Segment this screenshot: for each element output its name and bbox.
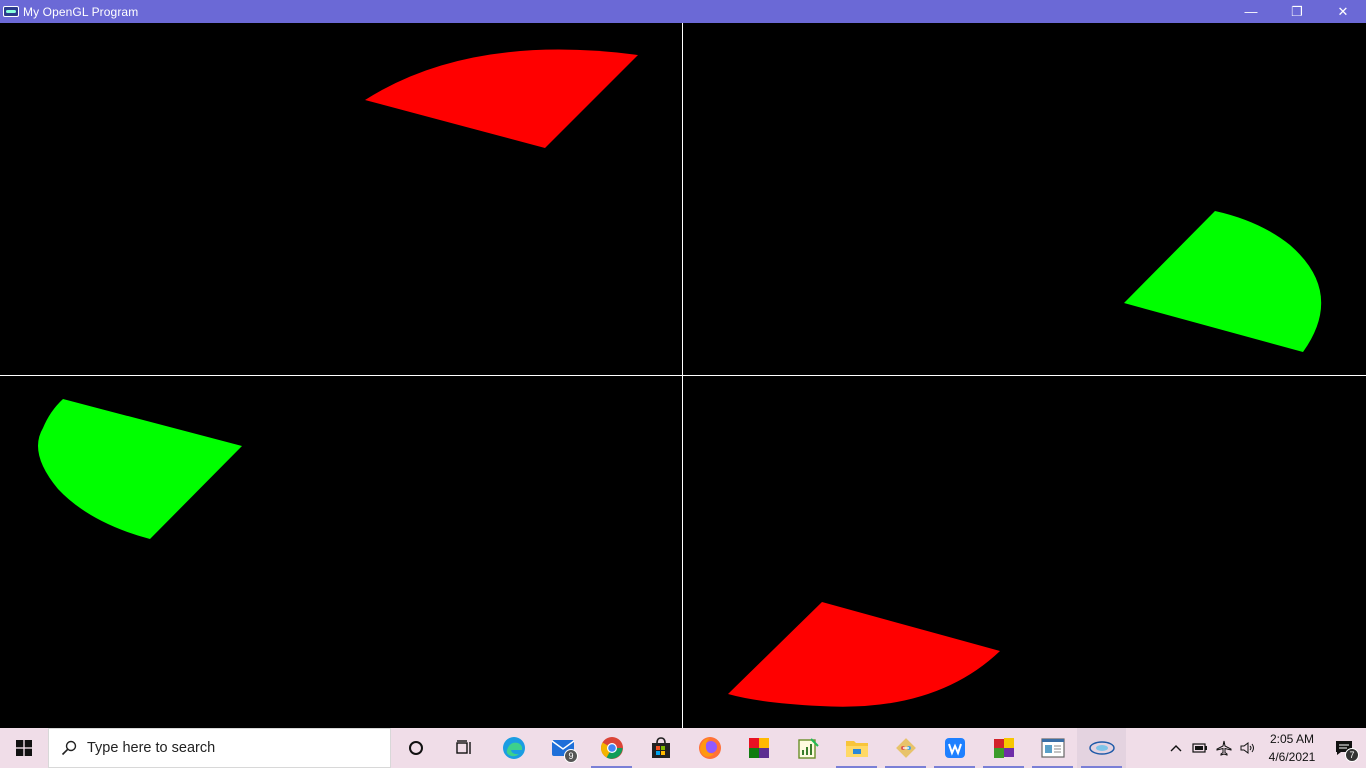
mail-badge: 9 (564, 749, 578, 763)
colorful-app-button[interactable] (734, 728, 783, 768)
file-explorer-icon (845, 741, 868, 757)
git-icon (895, 738, 916, 758)
store-icon (651, 737, 670, 758)
taskbar: Type here to search 9 2:05 AM 4/6/2021 7 (0, 728, 1366, 768)
windows-logo-icon (16, 740, 32, 756)
store-button[interactable] (636, 728, 685, 768)
firefox-icon (698, 737, 721, 759)
app-colorful-icon (748, 738, 769, 758)
window-app-button[interactable] (1028, 728, 1077, 768)
battery-icon (1192, 743, 1207, 753)
clock-time: 2:05 AM (1269, 732, 1315, 746)
wps-button[interactable] (930, 728, 979, 768)
minimize-button[interactable]: — (1228, 0, 1274, 23)
system-tray: 2:05 AM 4/6/2021 7 (1164, 728, 1366, 768)
action-center-button[interactable]: 7 (1322, 728, 1366, 768)
wps-icon (944, 738, 965, 758)
search-placeholder: Type here to search (87, 740, 216, 756)
edge-icon (502, 737, 525, 759)
edge-button[interactable] (489, 728, 538, 768)
firefox-button[interactable] (685, 728, 734, 768)
opengl-app-icon (3, 6, 19, 17)
start-button[interactable] (0, 728, 48, 768)
app-windows-tiles-icon (993, 738, 1014, 758)
volume-button[interactable] (1236, 728, 1260, 768)
airplane-icon (1216, 740, 1232, 756)
search-icon (61, 740, 77, 756)
opengl-icon (1088, 741, 1115, 755)
task-view-button[interactable] (440, 728, 489, 768)
close-button[interactable]: ✕ (1320, 0, 1366, 23)
airplane-mode-button[interactable] (1212, 728, 1236, 768)
windows-tiles-app-button[interactable] (979, 728, 1028, 768)
opengl-canvas[interactable] (0, 23, 1366, 728)
restore-button[interactable]: ❐ (1274, 0, 1320, 23)
battery-button[interactable] (1188, 728, 1212, 768)
app-window-icon (1040, 738, 1065, 758)
notification-count-badge: 7 (1345, 748, 1359, 762)
chrome-icon (600, 737, 623, 759)
chrome-button[interactable] (587, 728, 636, 768)
clock[interactable]: 2:05 AM 4/6/2021 (1262, 730, 1322, 766)
cortana-button[interactable] (391, 728, 440, 768)
notepad-chart-button[interactable] (783, 728, 832, 768)
search-box[interactable]: Type here to search (48, 728, 391, 768)
window-title: My OpenGL Program (23, 4, 139, 19)
file-explorer-button[interactable] (832, 728, 881, 768)
mail-button[interactable]: 9 (538, 728, 587, 768)
git-button[interactable] (881, 728, 930, 768)
window-titlebar: My OpenGL Program — ❐ ✕ (0, 0, 1366, 23)
opengl-button[interactable] (1077, 728, 1126, 768)
clock-date: 4/6/2021 (1268, 750, 1316, 764)
chevron-up-icon (1170, 745, 1182, 752)
notepad-chart-icon (797, 738, 819, 759)
cortana-icon (408, 741, 423, 755)
window-controls: — ❐ ✕ (1228, 0, 1366, 23)
speaker-icon (1240, 742, 1254, 754)
show-hidden-icons-button[interactable] (1164, 728, 1188, 768)
task-view-icon (455, 740, 471, 754)
